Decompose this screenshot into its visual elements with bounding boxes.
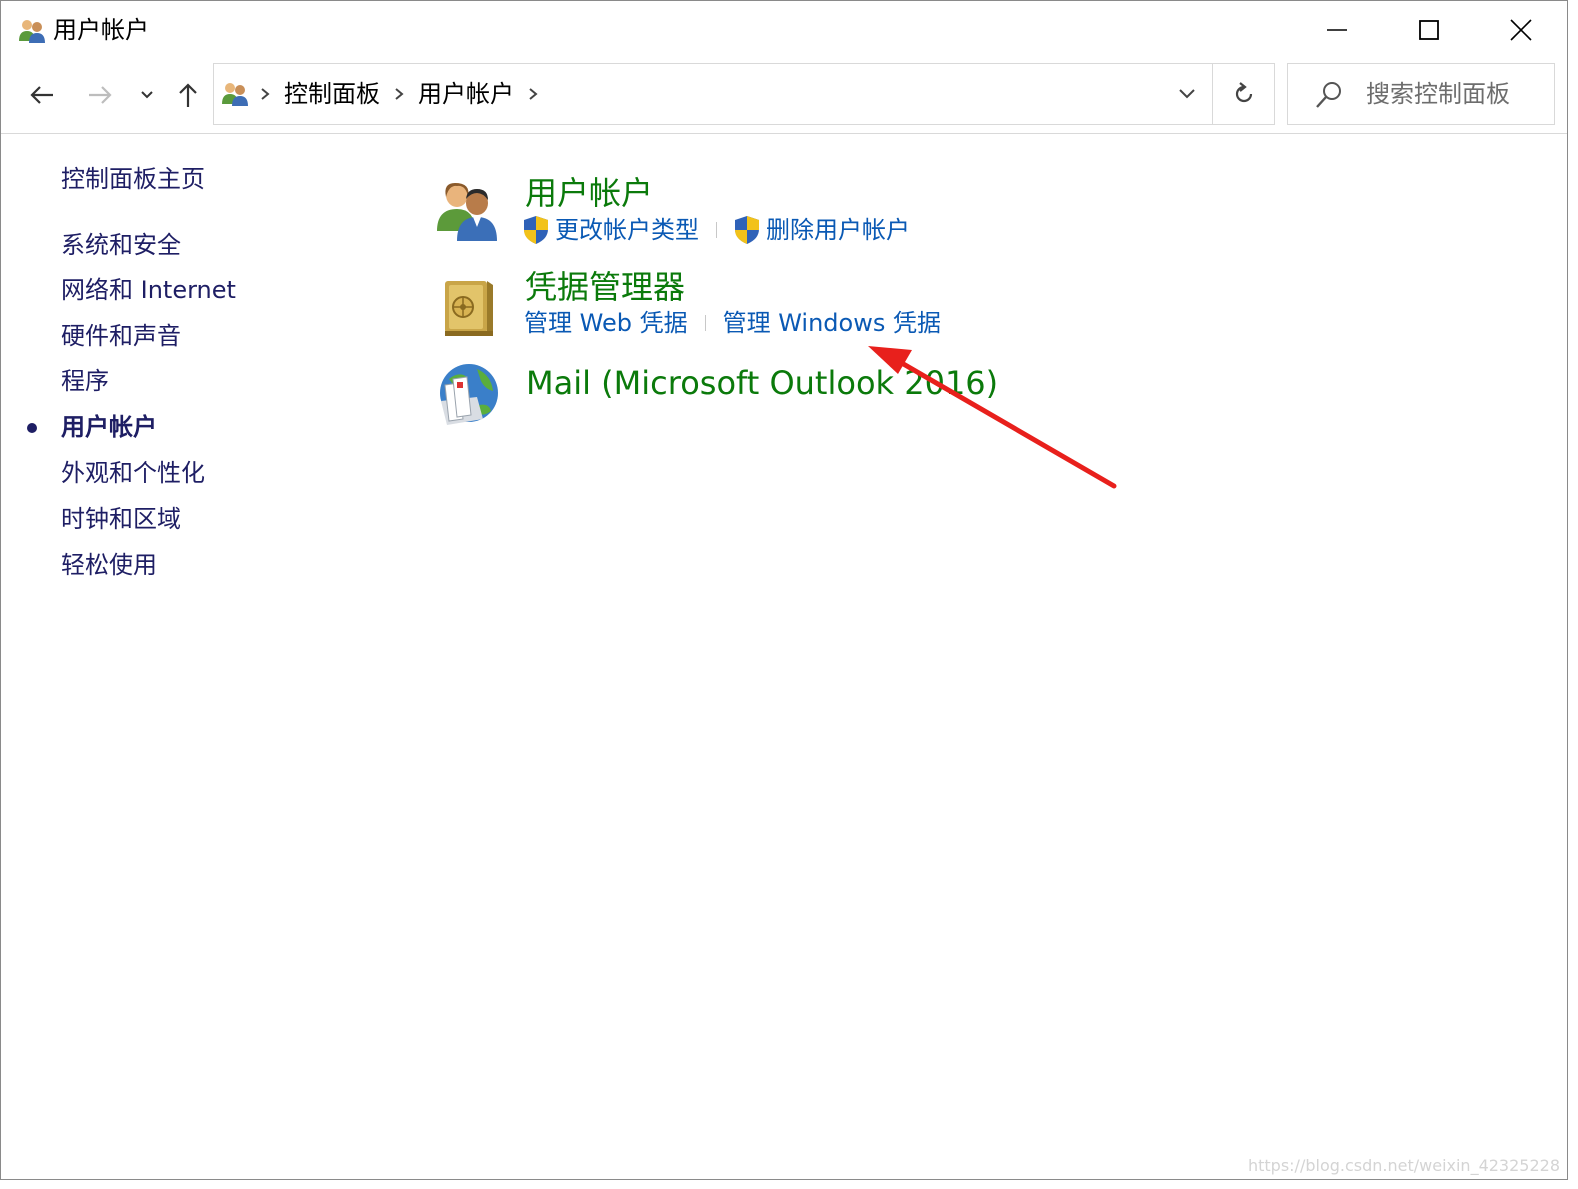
up-button[interactable] (169, 75, 207, 115)
manage-windows-credentials-link[interactable]: 管理 Windows 凭据 (723, 307, 941, 339)
uac-shield-icon (735, 216, 759, 244)
sidebar-item-user-accounts[interactable]: 用户帐户 (61, 411, 157, 443)
address-dropdown-button[interactable] (1166, 64, 1208, 124)
control-panel-window: 用户帐户 控制面板 用户帐户 搜索控制面板 控制面板主页 系统和安全 网络和 I… (0, 0, 1568, 1180)
section-links-user-accounts: 更改帐户类型 删除用户帐户 (523, 213, 910, 247)
arrow-right-icon (89, 86, 112, 104)
sidebar-item-programs[interactable]: 程序 (61, 365, 109, 397)
window-title: 用户帐户 (53, 16, 149, 44)
uac-shield-icon (524, 216, 548, 244)
breadcrumb-control-panel[interactable]: 控制面板 (284, 77, 380, 111)
breadcrumb-user-accounts[interactable]: 用户帐户 (418, 77, 514, 111)
breadcrumb-chevron-icon[interactable] (258, 82, 272, 106)
arrow-left-icon (30, 86, 53, 104)
sidebar-item-system-security[interactable]: 系统和安全 (61, 229, 181, 261)
sidebar-item-network-internet[interactable]: 网络和 Internet (61, 274, 236, 306)
link-separator (704, 315, 706, 331)
manage-web-credentials-link[interactable]: 管理 Web 凭据 (524, 307, 688, 339)
user-accounts-icon (222, 83, 248, 106)
change-account-type-label: 更改帐户类型 (555, 216, 699, 244)
active-item-bullet (27, 423, 37, 433)
breadcrumb-chevron-icon[interactable] (392, 82, 406, 106)
search-box[interactable] (1287, 63, 1555, 125)
maximize-button[interactable] (1383, 1, 1475, 59)
change-account-type-link[interactable]: 更改帐户类型 (523, 214, 699, 246)
back-button[interactable] (23, 75, 61, 115)
link-separator (716, 222, 717, 238)
section-title-user-accounts[interactable]: 用户帐户 (525, 173, 653, 213)
watermark-text: https://blog.csdn.net/weixin_42325228 (1247, 1156, 1560, 1175)
search-icon (1316, 82, 1341, 108)
refresh-icon (1235, 82, 1253, 103)
title-bar: 用户帐户 (1, 1, 1567, 59)
sidebar-item-appearance[interactable]: 外观和个性化 (61, 457, 205, 489)
section-title-credential-manager[interactable]: 凭据管理器 (525, 267, 685, 307)
chevron-down-icon (141, 91, 153, 99)
arrow-up-icon (179, 83, 197, 107)
navigation-bar: 控制面板 用户帐户 (1, 59, 1567, 134)
breadcrumb-chevron-icon[interactable] (526, 82, 540, 106)
refresh-button[interactable] (1212, 64, 1275, 124)
sidebar-item-clock-region[interactable]: 时钟和区域 (61, 503, 181, 535)
delete-user-account-label: 删除用户帐户 (766, 216, 910, 244)
address-bar[interactable]: 控制面板 用户帐户 (213, 63, 1275, 125)
close-icon (1510, 19, 1532, 41)
section-links-credential-manager: 管理 Web 凭据 管理 Windows 凭据 (524, 306, 941, 340)
sidebar-item-ease-of-access[interactable]: 轻松使用 (61, 549, 157, 581)
minimize-icon (1327, 29, 1347, 31)
mail-globe-icon (440, 364, 498, 425)
forward-button[interactable] (81, 75, 119, 115)
sidebar-home-link[interactable]: 控制面板主页 (61, 163, 205, 195)
close-button[interactable] (1475, 1, 1567, 59)
delete-user-account-link[interactable]: 删除用户帐户 (734, 214, 910, 246)
recent-locations-button[interactable] (133, 75, 161, 115)
search-input[interactable] (1366, 76, 1546, 112)
maximize-icon (1419, 20, 1439, 40)
vault-icon (445, 281, 493, 336)
chevron-down-icon (1179, 89, 1195, 99)
left-pane: 控制面板主页 系统和安全 网络和 Internet 硬件和声音 程序 用户帐户 … (1, 134, 401, 1179)
minimize-button[interactable] (1291, 1, 1383, 59)
sidebar-item-hardware-sound[interactable]: 硬件和声音 (61, 320, 181, 352)
user-accounts-icon (19, 20, 45, 43)
users-icon (437, 183, 497, 241)
section-title-mail[interactable]: Mail (Microsoft Outlook 2016) (526, 363, 998, 403)
